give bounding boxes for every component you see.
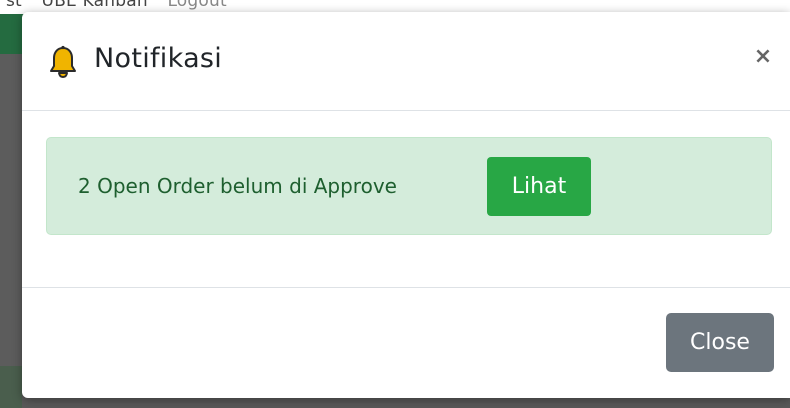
- notification-modal: Notifikasi × 2 Open Order belum di Appro…: [22, 12, 790, 398]
- background-nav-item-logout: Logout: [167, 0, 227, 11]
- modal-header: Notifikasi ×: [22, 12, 790, 111]
- background-nav-items: st UBE Kanban Logout: [6, 0, 241, 11]
- background-nav-item-ube-kanban: UBE Kanban: [41, 0, 148, 11]
- close-icon[interactable]: ×: [750, 42, 776, 72]
- view-orders-button[interactable]: Lihat: [487, 157, 591, 216]
- bell-icon: [48, 45, 78, 79]
- backdrop-overlay[interactable]: [0, 54, 22, 408]
- background-footer-strip: [0, 366, 22, 408]
- modal-body: 2 Open Order belum di Approve Lihat: [22, 111, 790, 287]
- modal-title: Notifikasi: [94, 43, 223, 74]
- background-nav-item: st: [6, 0, 22, 11]
- modal-footer: Close: [22, 287, 790, 399]
- close-button[interactable]: Close: [666, 313, 774, 372]
- alert-message: 2 Open Order belum di Approve: [78, 174, 397, 198]
- success-alert: 2 Open Order belum di Approve Lihat: [46, 137, 772, 235]
